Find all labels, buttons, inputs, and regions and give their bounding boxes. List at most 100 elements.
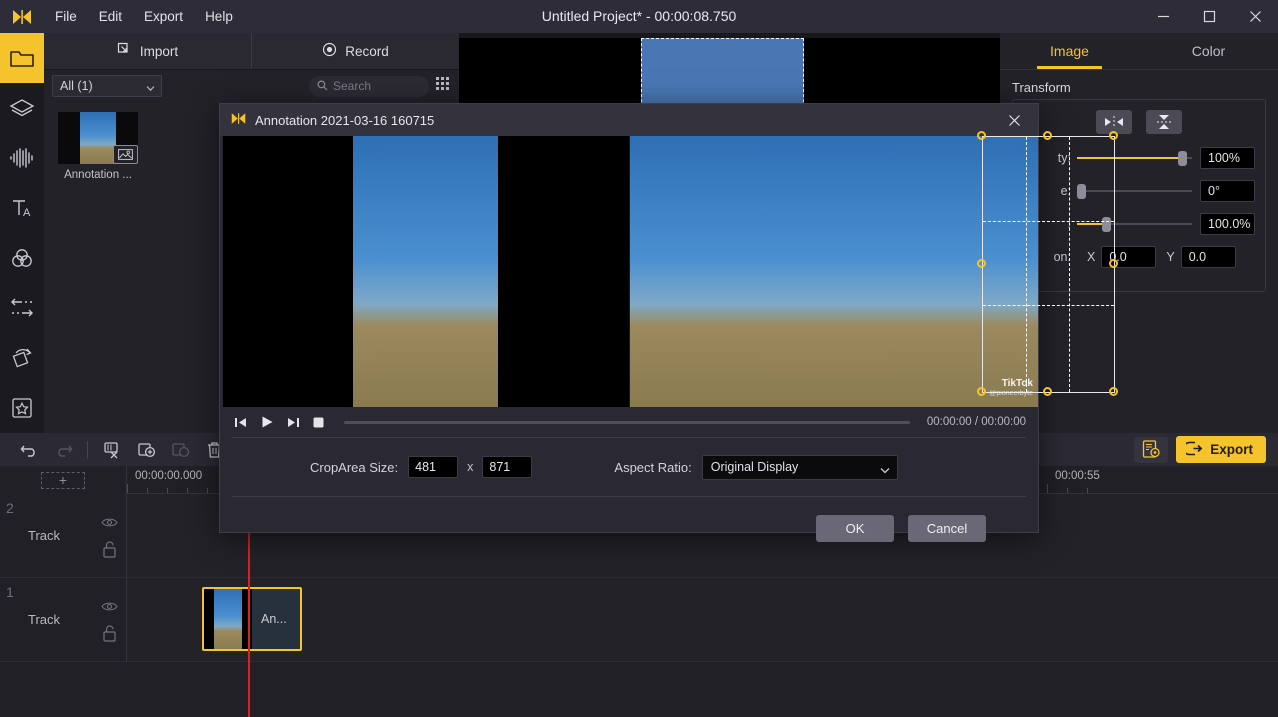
close-icon[interactable]	[1232, 0, 1278, 33]
record-icon	[322, 42, 337, 60]
copy-icon[interactable]	[163, 433, 197, 466]
crop-handle-top-left[interactable]	[977, 131, 986, 140]
media-item[interactable]: Annotation ...	[58, 112, 138, 181]
sidebar-item-effects[interactable]	[0, 233, 44, 283]
aspect-ratio-value: Original Display	[711, 460, 799, 474]
visibility-eye-icon[interactable]	[101, 600, 118, 615]
tab-import[interactable]: Import	[44, 33, 251, 69]
tab-color[interactable]: Color	[1139, 33, 1278, 69]
track-header: 2 Track	[0, 494, 127, 577]
ruler-label: 00:00:55	[1055, 470, 1100, 482]
add-marker-icon[interactable]	[129, 433, 163, 466]
grid-view-icon[interactable]	[436, 77, 451, 95]
svg-text:A: A	[23, 207, 31, 219]
dialog-button-row: OK Cancel	[220, 497, 1038, 559]
visibility-eye-icon[interactable]	[101, 516, 118, 531]
chevron-down-icon	[880, 464, 890, 478]
redo-icon[interactable]	[46, 433, 80, 466]
flip-vertical-icon[interactable]	[1146, 110, 1182, 134]
add-track-button[interactable]: +	[0, 466, 127, 494]
watermark-line2: @pioneerbyte	[989, 390, 1033, 399]
clip-label: An...	[261, 612, 287, 626]
seek-bar[interactable]	[344, 421, 910, 424]
stop-icon[interactable]	[310, 414, 327, 431]
dialog-title: Annotation 2021-03-16 160715	[255, 113, 434, 128]
unlocked-padlock-icon[interactable]	[102, 541, 117, 561]
croparea-height-input[interactable]	[482, 456, 532, 478]
unlocked-padlock-icon[interactable]	[102, 625, 117, 645]
menu-export[interactable]: Export	[133, 0, 194, 33]
maximize-icon[interactable]	[1186, 0, 1232, 33]
track-header: 1 Track	[0, 578, 127, 661]
sidebar-item-media[interactable]	[0, 33, 44, 83]
previous-frame-icon[interactable]	[232, 414, 249, 431]
media-tabs: Import Record	[44, 33, 459, 70]
close-icon[interactable]	[1000, 106, 1028, 134]
opacity-value[interactable]: 100%	[1200, 147, 1255, 169]
position-y-label: Y	[1166, 250, 1174, 264]
crop-selection-rect[interactable]	[982, 136, 1115, 393]
sidebar-item-text[interactable]: A	[0, 183, 44, 233]
search-box[interactable]	[309, 76, 429, 97]
tab-import-label: Import	[140, 44, 178, 59]
title-bar: File Edit Export Help Untitled Project* …	[0, 0, 1278, 33]
crop-handle-middle-left[interactable]	[977, 259, 986, 268]
wondershare-logo-icon	[230, 111, 247, 129]
croparea-size-label: CropArea Size:	[310, 460, 398, 475]
sidebar-item-favorites[interactable]	[0, 383, 44, 433]
media-item-label: Annotation ...	[58, 169, 138, 181]
ruler-label: 00:00:00.000	[135, 470, 202, 482]
properties-tabs: Image Color	[1000, 33, 1278, 70]
source-preview[interactable]: TikTok @pioneerbyte	[630, 136, 1038, 407]
menu-bar: File Edit Export Help	[44, 0, 244, 33]
position-y-value[interactable]: 0.0	[1181, 246, 1236, 268]
search-input[interactable]	[333, 79, 419, 93]
sidebar-item-audio[interactable]	[0, 133, 44, 183]
crop-handle-top-right[interactable]	[1109, 131, 1118, 140]
crop-handle-bottom-left[interactable]	[977, 387, 986, 396]
timeline-track: 1 Track An...	[0, 578, 1278, 662]
plus-icon: +	[41, 472, 85, 489]
tab-image[interactable]: Image	[1000, 33, 1139, 69]
track-name: Track	[28, 612, 60, 627]
aspect-ratio-select[interactable]: Original Display	[702, 455, 898, 480]
dialog-title-bar: Annotation 2021-03-16 160715	[220, 104, 1038, 136]
playback-time: 00:00:00 / 00:00:00	[927, 416, 1026, 428]
next-frame-icon[interactable]	[284, 414, 301, 431]
media-filter-select[interactable]: All (1)	[52, 75, 162, 97]
play-icon[interactable]	[258, 414, 275, 431]
export-settings-icon[interactable]	[1134, 437, 1168, 463]
timeline-clip[interactable]: An...	[202, 587, 302, 651]
menu-file[interactable]: File	[44, 0, 88, 33]
crop-handle-bottom-right[interactable]	[1109, 387, 1118, 396]
crop-handle-bottom-center[interactable]	[1043, 387, 1052, 396]
window-controls	[1140, 0, 1278, 33]
search-icon	[317, 79, 328, 94]
rotate-value[interactable]: 0°	[1200, 180, 1255, 202]
dialog-playback-bar: 00:00:00 / 00:00:00	[220, 407, 1038, 437]
export-arrow-icon	[1186, 441, 1203, 459]
crop-handle-middle-right[interactable]	[1109, 259, 1118, 268]
track-lane[interactable]: An...	[127, 578, 1278, 661]
tab-record[interactable]: Record	[251, 33, 459, 69]
watermark: TikTok @pioneerbyte	[989, 378, 1033, 399]
media-thumbnail	[58, 112, 138, 164]
minimize-icon[interactable]	[1140, 0, 1186, 33]
split-icon[interactable]	[95, 433, 129, 466]
cancel-button[interactable]: Cancel	[908, 515, 986, 542]
menu-edit[interactable]: Edit	[88, 0, 133, 33]
crop-handle-top-center[interactable]	[1043, 131, 1052, 140]
ok-button[interactable]: OK	[816, 515, 894, 542]
aspect-ratio-label: Aspect Ratio:	[614, 460, 691, 475]
croparea-width-input[interactable]	[408, 456, 458, 478]
export-button-label: Export	[1210, 442, 1253, 457]
scale-value[interactable]: 100.0%	[1200, 213, 1255, 235]
sidebar-item-transitions[interactable]	[0, 283, 44, 333]
track-name: Track	[28, 528, 60, 543]
menu-help[interactable]: Help	[194, 0, 244, 33]
sidebar-item-layers[interactable]	[0, 83, 44, 133]
result-preview	[223, 136, 629, 407]
sidebar-item-animation[interactable]	[0, 333, 44, 383]
export-button[interactable]: Export	[1176, 436, 1266, 463]
undo-icon[interactable]	[12, 433, 46, 466]
